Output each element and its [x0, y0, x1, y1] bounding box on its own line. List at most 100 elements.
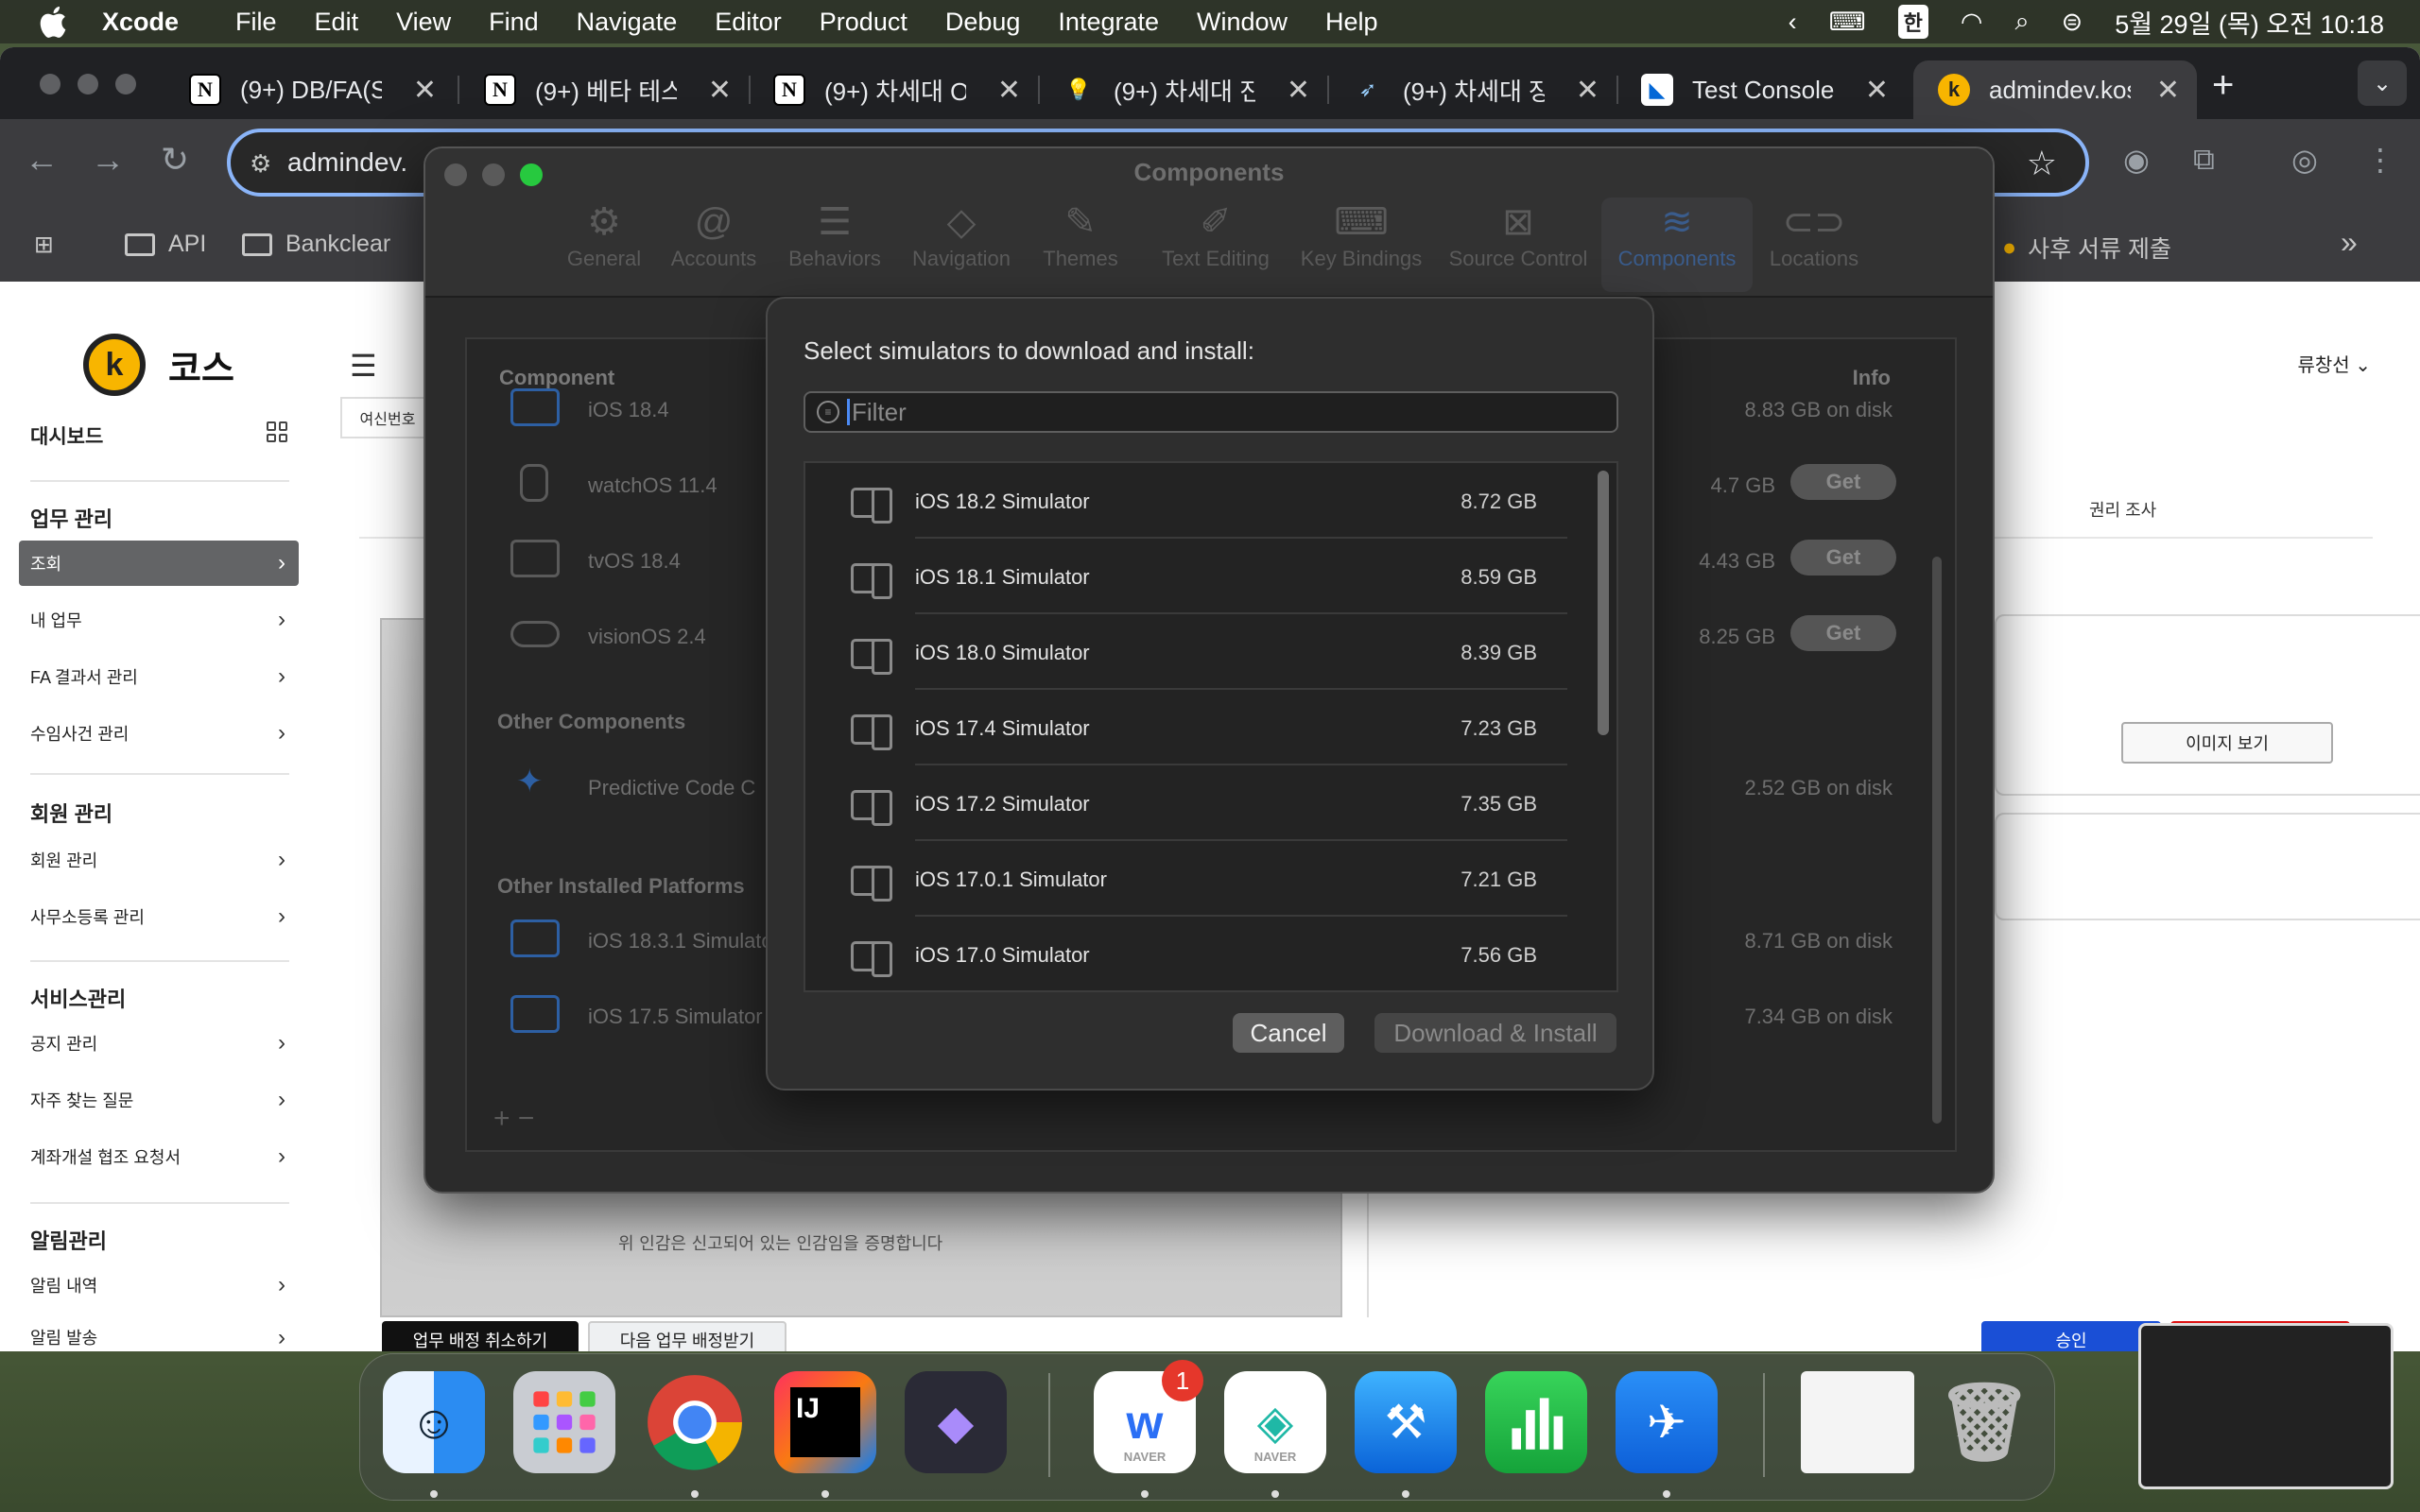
launchpad-icon[interactable]: [513, 1371, 615, 1473]
sidebar-item-account-request[interactable]: 계좌개설 협조 요청서 ›: [19, 1134, 299, 1179]
browser-tab[interactable]: N (9+) 차세대 Op ✕: [749, 60, 1038, 119]
close-icon[interactable]: ✕: [413, 74, 437, 107]
close-icon[interactable]: ✕: [1576, 74, 1599, 107]
menubar-clock[interactable]: 5월 29일 (목) 오전 10:18: [2115, 4, 2384, 41]
pane-navigation[interactable]: ◇ Navigation: [900, 198, 1023, 292]
wifi-icon[interactable]: ◠: [1961, 8, 1983, 37]
user-menu[interactable]: 류창선 ⌄: [2297, 350, 2371, 377]
sidebar-item-members[interactable]: 회원 관리 ›: [19, 837, 299, 883]
close-icon[interactable]: ✕: [997, 74, 1021, 107]
window-close-button[interactable]: [40, 74, 60, 94]
obsidian-icon[interactable]: ◆: [905, 1371, 1007, 1473]
recent-document-icon[interactable]: [1801, 1371, 1914, 1473]
profile-icon[interactable]: ◎: [2291, 142, 2318, 178]
simulator-icon[interactable]: ✈: [1616, 1371, 1718, 1473]
back-button[interactable]: ←: [25, 140, 59, 180]
sidebar-item-faq[interactable]: 자주 찾는 질문 ›: [19, 1077, 299, 1123]
menu-help[interactable]: Help: [1325, 8, 1378, 37]
simulator-row[interactable]: iOS 17.0 Simulator 7.56 GB: [805, 917, 1599, 990]
cancel-button[interactable]: Cancel: [1233, 1013, 1344, 1053]
menu-toggle-icon[interactable]: ☰: [350, 348, 377, 384]
simulator-row[interactable]: iOS 18.2 Simulator 8.72 GB: [805, 463, 1599, 539]
xcode-icon[interactable]: ⚒: [1355, 1371, 1457, 1473]
browser-tab-active[interactable]: k admindev.kosa ✕: [1913, 60, 2197, 119]
tab-search-button[interactable]: ⌄: [2358, 60, 2407, 106]
menu-file[interactable]: File: [235, 8, 277, 37]
bookmark-bankclear[interactable]: Bankclear: [242, 231, 390, 258]
apple-icon[interactable]: [36, 3, 74, 41]
sidebar-item-alert-send[interactable]: 알림 발송 ›: [19, 1319, 299, 1351]
tab-rights-check[interactable]: 권리 조사: [2089, 497, 2156, 522]
dashboard-icon[interactable]: [267, 421, 287, 442]
sidebar-item-cases[interactable]: 수임사건 관리 ›: [19, 711, 299, 756]
window-minimize-button[interactable]: [78, 74, 98, 94]
pane-source-control[interactable]: ⊠ Source Control: [1435, 198, 1601, 292]
pane-themes[interactable]: ✎ Themes: [1019, 198, 1142, 292]
apps-icon[interactable]: ⊞: [34, 231, 54, 259]
browser-tab[interactable]: N (9+) DB/FA(SR ✕: [164, 60, 454, 119]
simulator-row[interactable]: iOS 17.4 Simulator 7.23 GB: [805, 690, 1599, 765]
browser-tab[interactable]: N (9+) 베타 테스트 ✕: [459, 60, 749, 119]
spotlight-icon[interactable]: ⌕: [2014, 7, 2029, 37]
menu-view[interactable]: View: [396, 8, 451, 37]
sidebar-item-my-work[interactable]: 내 업무 ›: [19, 597, 299, 643]
sidebar-item-offices[interactable]: 사무소등록 관리 ›: [19, 894, 299, 939]
tab-loan-number[interactable]: 여신번호: [340, 397, 435, 438]
sidebar-item-fa-results[interactable]: FA 결과서 관리 ›: [19, 654, 299, 699]
menu-navigate[interactable]: Navigate: [577, 8, 678, 37]
cancel-assignment-button[interactable]: 업무 배정 취소하기: [382, 1321, 579, 1351]
bookmark-post-docs[interactable]: ● 사후 서류 제출: [2002, 231, 2171, 265]
get-button[interactable]: Get: [1790, 615, 1896, 651]
bookmark-api[interactable]: API: [125, 231, 206, 258]
menu-integrate[interactable]: Integrate: [1058, 8, 1159, 37]
intellij-icon[interactable]: IJ: [774, 1371, 876, 1473]
naver-whale-icon[interactable]: w 1 NAVER: [1094, 1360, 1203, 1473]
filter-field[interactable]: ≡ Filter: [804, 391, 1618, 433]
camera-icon[interactable]: ◉: [2123, 142, 2150, 178]
pane-accounts[interactable]: @ Accounts: [652, 198, 775, 292]
dashboard-link[interactable]: 대시보드: [30, 421, 103, 450]
scrollbar-thumb[interactable]: [1598, 471, 1609, 735]
naver-mybox-icon[interactable]: ◈ NAVER: [1224, 1371, 1326, 1473]
simulator-row[interactable]: iOS 17.2 Simulator 7.35 GB: [805, 765, 1599, 841]
get-button[interactable]: Get: [1790, 464, 1896, 500]
pane-locations[interactable]: ⊂⊃ Locations: [1753, 198, 1876, 292]
close-icon[interactable]: ✕: [708, 74, 732, 107]
pane-behaviors[interactable]: ☰ Behaviors: [773, 198, 896, 292]
numbers-icon[interactable]: [1485, 1371, 1587, 1473]
browser-tab[interactable]: 💡 (9+) 차세대 진행 ✕: [1038, 60, 1327, 119]
close-icon[interactable]: ✕: [1287, 74, 1310, 107]
keyboard-icon[interactable]: ⌨: [1829, 8, 1866, 37]
new-tab-button[interactable]: +: [2212, 64, 2234, 107]
add-remove-buttons[interactable]: + −: [493, 1103, 534, 1135]
trash-icon[interactable]: 🗑: [1933, 1371, 2035, 1473]
close-icon[interactable]: ✕: [2156, 74, 2180, 107]
menu-debug[interactable]: Debug: [945, 8, 1021, 37]
close-icon[interactable]: ✕: [1865, 74, 1889, 107]
control-center-icon[interactable]: ⊜: [2062, 8, 2083, 37]
pane-components[interactable]: ≋ Components: [1601, 198, 1753, 292]
menu-window[interactable]: Window: [1197, 8, 1288, 37]
browser-tab[interactable]: ➶ (9+) 차세대 장애 ✕: [1327, 60, 1616, 119]
chrome-icon[interactable]: [644, 1371, 746, 1473]
input-source-indicator[interactable]: 한: [1897, 5, 1928, 39]
get-button[interactable]: Get: [1790, 540, 1896, 576]
menu-editor[interactable]: Editor: [715, 8, 782, 37]
bookmark-star-icon[interactable]: ☆: [2027, 144, 2057, 183]
extensions-icon[interactable]: ⧉: [2193, 142, 2215, 178]
menu-edit[interactable]: Edit: [315, 8, 359, 37]
simulator-row[interactable]: iOS 17.0.1 Simulator 7.21 GB: [805, 841, 1599, 917]
menu-find[interactable]: Find: [489, 8, 539, 37]
chevron-left-icon[interactable]: ‹: [1789, 8, 1797, 37]
site-settings-icon[interactable]: ⚙: [250, 149, 271, 179]
pane-general[interactable]: ⚙ General: [543, 198, 666, 292]
pane-key-bindings[interactable]: ⌨ Key Bindings: [1284, 198, 1439, 292]
approve-button[interactable]: 승인: [1981, 1321, 2161, 1351]
view-image-button[interactable]: 이미지 보기: [2121, 722, 2333, 764]
reload-button[interactable]: ↻: [161, 140, 189, 180]
pane-text-editing[interactable]: ✐ Text Editing: [1140, 198, 1291, 292]
sidebar-item-alert-history[interactable]: 알림 내역 ›: [19, 1263, 299, 1308]
menu-app-name[interactable]: Xcode: [102, 8, 179, 37]
finder-icon[interactable]: ☺: [383, 1371, 485, 1473]
browser-tab[interactable]: ◣ Test Console ✕: [1616, 60, 1906, 119]
